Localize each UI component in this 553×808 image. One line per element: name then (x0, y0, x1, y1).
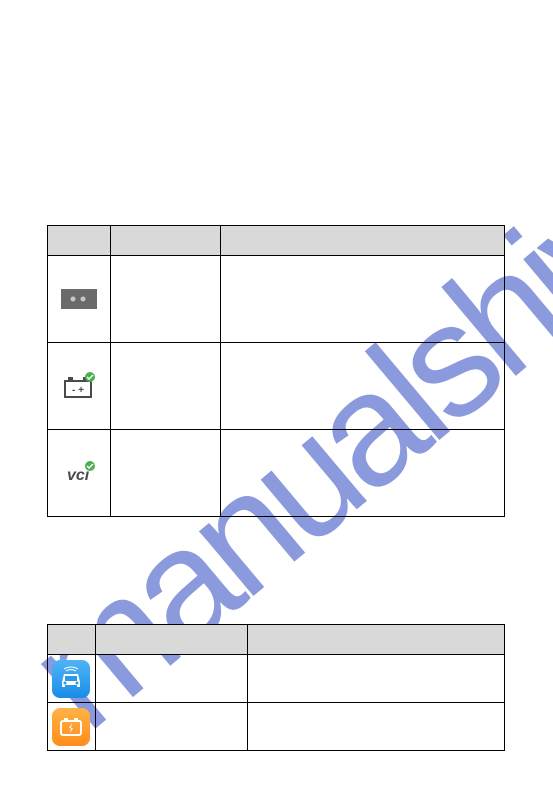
icon-cell (48, 703, 96, 751)
table-cell (110, 256, 220, 343)
car-app-icon (52, 660, 90, 698)
icon-cell (48, 256, 111, 343)
icon-cell: - + (48, 343, 111, 430)
header-cell (95, 625, 247, 655)
header-cell (48, 226, 111, 256)
table-cell (247, 655, 504, 703)
dots-icon (61, 289, 97, 309)
table-row (48, 655, 505, 703)
table-cell (110, 343, 220, 430)
header-cell (110, 226, 220, 256)
table-cell (95, 655, 247, 703)
charge-app-icon (52, 708, 90, 746)
table-cell (220, 343, 504, 430)
table-header-row (48, 625, 505, 655)
battery-check-icon: - + (61, 371, 97, 401)
icons-table-1: - + vci (47, 225, 505, 517)
header-cell (48, 625, 96, 655)
icon-cell (48, 655, 96, 703)
icons-table-2 (47, 624, 505, 751)
table-cell (220, 430, 504, 517)
table-cell (110, 430, 220, 517)
vci-check-icon: vci (61, 460, 97, 486)
header-cell (247, 625, 504, 655)
svg-text:- +: - + (72, 385, 84, 396)
table-cell (247, 703, 504, 751)
table-cell (95, 703, 247, 751)
table-row (48, 256, 505, 343)
table-row: - + (48, 343, 505, 430)
table-row (48, 703, 505, 751)
table-cell (220, 256, 504, 343)
icon-cell: vci (48, 430, 111, 517)
table-row: vci (48, 430, 505, 517)
svg-text:vci: vci (67, 467, 90, 484)
header-cell (220, 226, 504, 256)
table-header-row (48, 226, 505, 256)
